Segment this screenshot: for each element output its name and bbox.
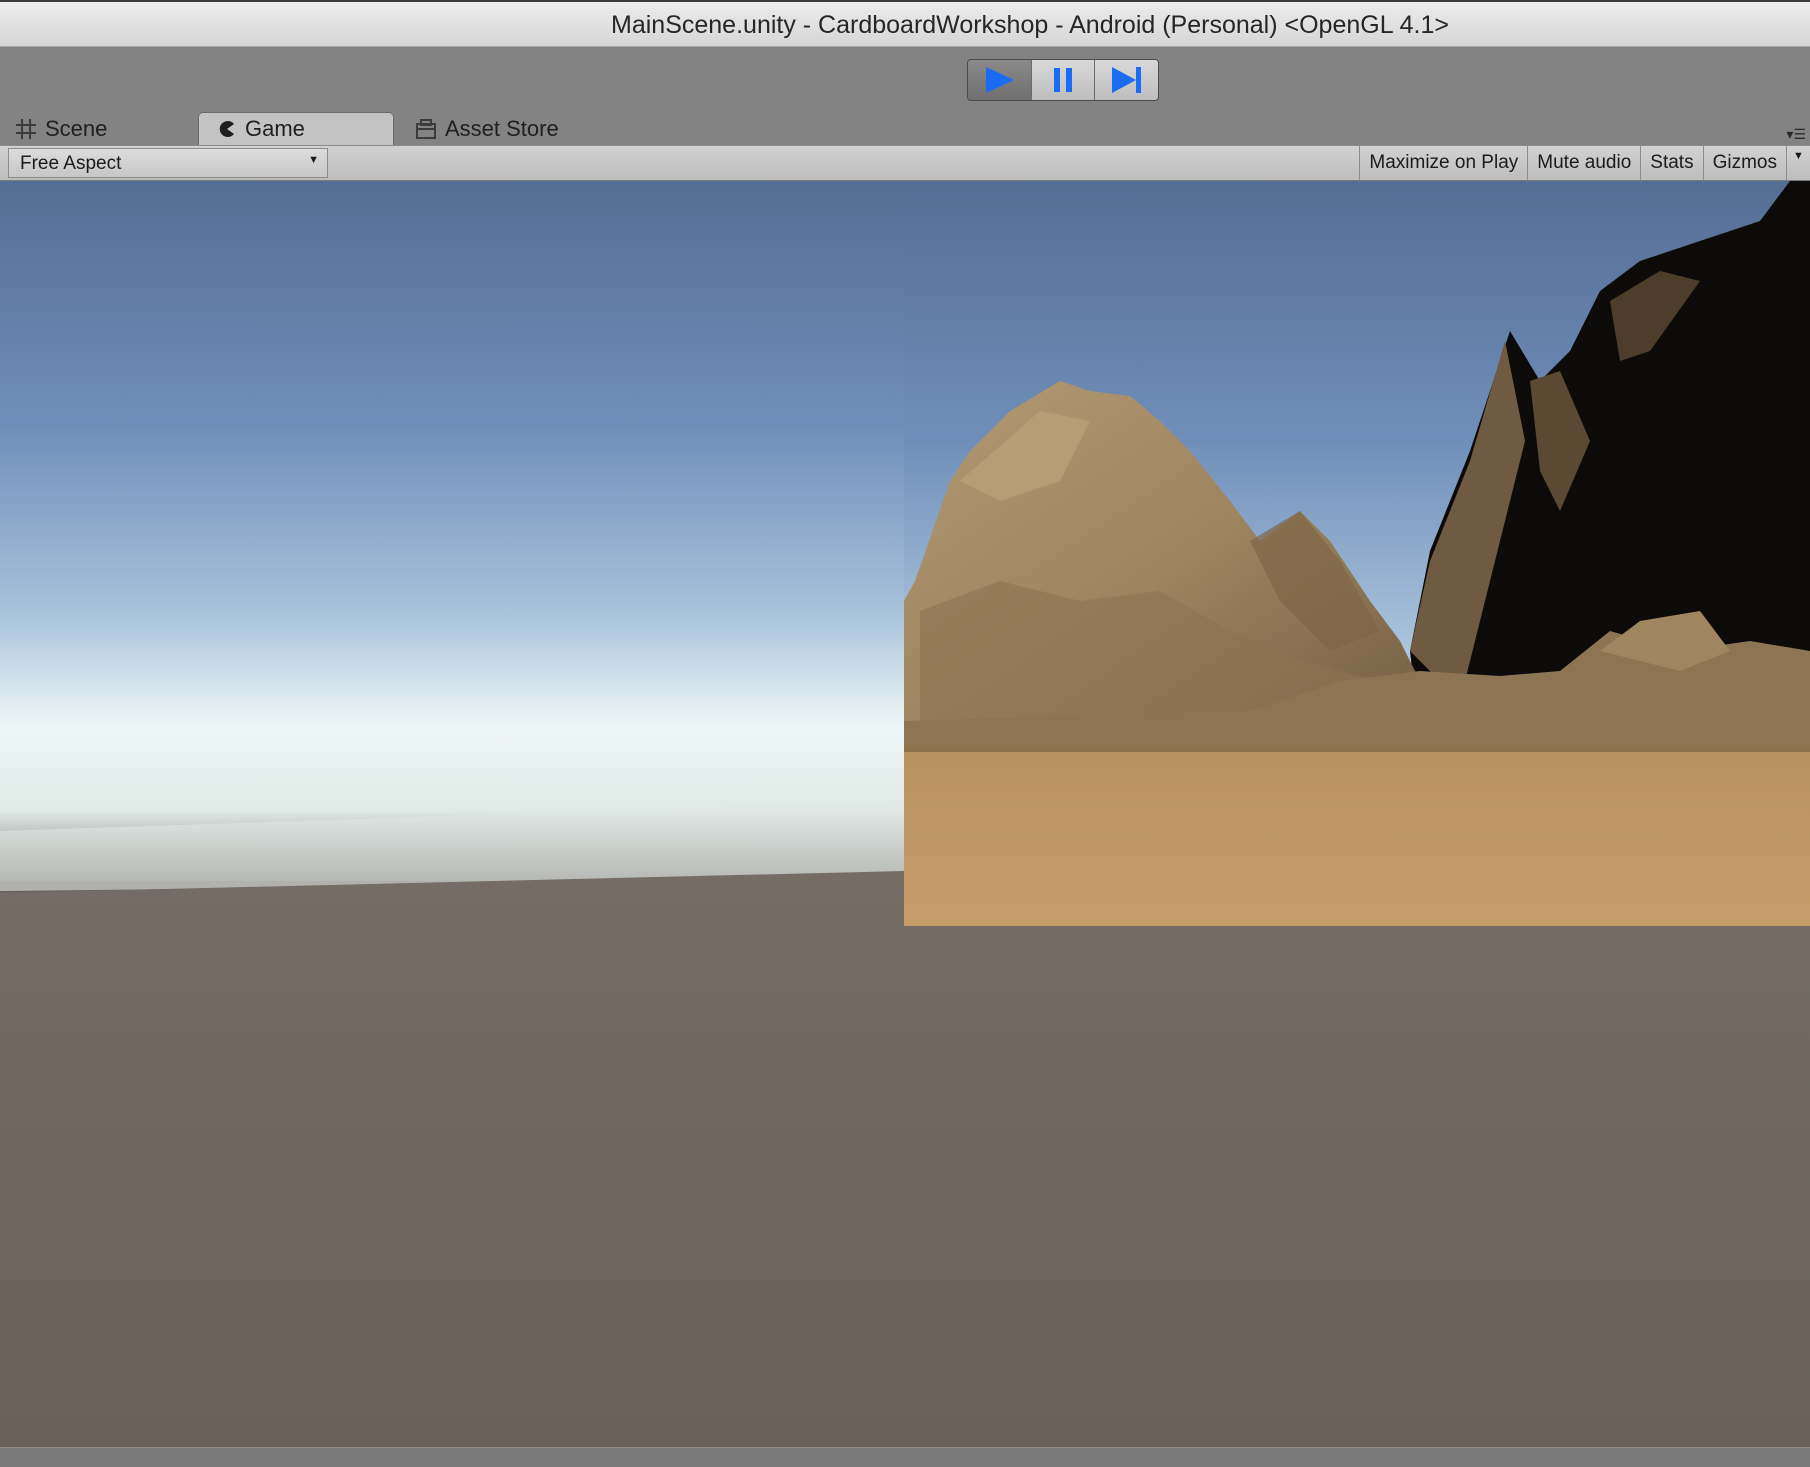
dropdown-arrow-icon: ▼ — [308, 154, 319, 166]
aspect-label: Free Aspect — [20, 153, 122, 174]
play-icon — [986, 67, 1015, 93]
tab-asset-store-label: Asset Store — [445, 115, 559, 141]
stats-button[interactable]: Stats — [1640, 146, 1702, 180]
game-view-options: Maximize on Play Mute audio Stats Gizmos… — [1359, 146, 1810, 180]
pacman-icon — [217, 119, 237, 139]
game-viewport[interactable] — [0, 181, 1810, 1447]
game-render — [0, 181, 1810, 1447]
tab-menu-icon[interactable]: ▾☰ — [1786, 126, 1806, 143]
title-bar: MainScene.unity - CardboardWorkshop - An… — [0, 0, 1810, 47]
maximize-on-play-button[interactable]: Maximize on Play — [1359, 146, 1527, 180]
gizmos-button[interactable]: Gizmos — [1702, 146, 1786, 180]
aspect-dropdown[interactable]: Free Aspect ▼ — [8, 148, 328, 178]
grid-icon — [15, 118, 37, 140]
store-icon — [415, 118, 437, 140]
step-icon — [1111, 67, 1141, 93]
tab-game-label: Game — [245, 116, 305, 141]
tab-strip: Scene Game Asset Store ▾☰ — [0, 109, 1810, 145]
sand-floor — [904, 746, 1810, 926]
game-view-toolbar: Free Aspect ▼ Maximize on Play Mute audi… — [0, 145, 1810, 181]
step-button[interactable] — [1095, 60, 1158, 100]
bottom-strip — [0, 1447, 1810, 1467]
playback-controls — [967, 59, 1159, 101]
gizmos-dropdown-icon[interactable]: ▼ — [1786, 146, 1810, 180]
play-button[interactable] — [968, 60, 1032, 100]
mute-audio-button[interactable]: Mute audio — [1527, 146, 1640, 180]
tab-asset-store[interactable]: Asset Store — [415, 112, 559, 145]
window-title: MainScene.unity - CardboardWorkshop - An… — [611, 11, 1449, 39]
tab-scene[interactable]: Scene — [15, 112, 107, 145]
ground-plane — [0, 871, 1810, 1447]
pause-icon — [1054, 68, 1072, 92]
tab-scene-label: Scene — [45, 115, 108, 141]
pause-button[interactable] — [1031, 60, 1096, 100]
terrain — [904, 181, 1810, 926]
main-toolbar — [0, 47, 1810, 109]
tab-game[interactable]: Game — [198, 112, 394, 145]
